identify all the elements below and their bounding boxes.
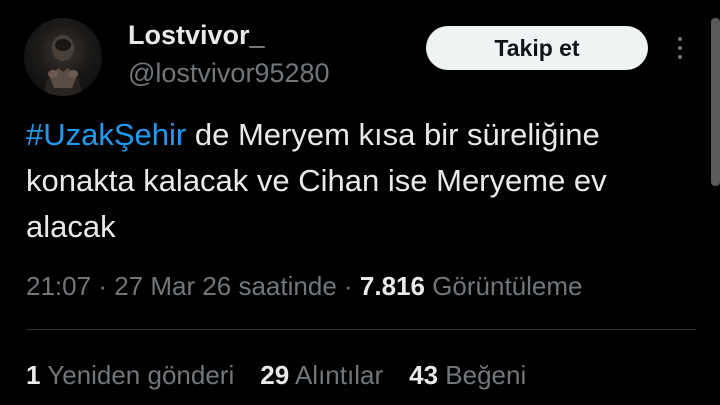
avatar[interactable]: [24, 18, 102, 96]
meta-separator: ·: [91, 271, 115, 301]
hashtag-link[interactable]: #UzakŞehir: [26, 117, 186, 152]
avatar-image: [44, 35, 82, 96]
scrollbar[interactable]: [711, 18, 720, 186]
tweet-time[interactable]: 21:07: [26, 271, 91, 301]
quotes-stat[interactable]: 29 Alıntılar: [260, 357, 383, 393]
more-dot: [678, 46, 682, 50]
tweet-text: #UzakŞehir de Meryem kısa bir süreliğine…: [26, 112, 686, 250]
more-dot: [678, 37, 682, 41]
more-options-icon[interactable]: [666, 30, 694, 66]
follow-button[interactable]: Takip et: [426, 26, 648, 70]
tweet-meta: 21:07 · 27 Mar 26 saatinde · 7.816 Görün…: [26, 268, 583, 304]
tweet-stats: 1 Yeniden gönderi 29 Alıntılar 43 Beğeni: [26, 357, 526, 393]
views-label: Görüntüleme: [432, 271, 583, 301]
divider: [26, 329, 696, 330]
likes-count: 43: [409, 360, 439, 390]
more-dot: [678, 55, 682, 59]
likes-stat[interactable]: 43 Beğeni: [409, 357, 526, 393]
reposts-count: 1: [26, 360, 41, 390]
views-count: 7.816: [359, 271, 425, 301]
reposts-label: Yeniden gönderi: [47, 360, 235, 390]
reposts-stat[interactable]: 1 Yeniden gönderi: [26, 357, 234, 393]
author-display-name[interactable]: Lostvivor_: [128, 18, 265, 52]
tweet-date[interactable]: 27 Mar 26 saatinde: [114, 271, 337, 301]
meta-separator: ·: [336, 271, 360, 301]
likes-label: Beğeni: [445, 360, 527, 390]
quotes-count: 29: [260, 360, 290, 390]
author-handle[interactable]: @lostvivor95280: [128, 56, 330, 90]
quotes-label: Alıntılar: [294, 360, 384, 390]
